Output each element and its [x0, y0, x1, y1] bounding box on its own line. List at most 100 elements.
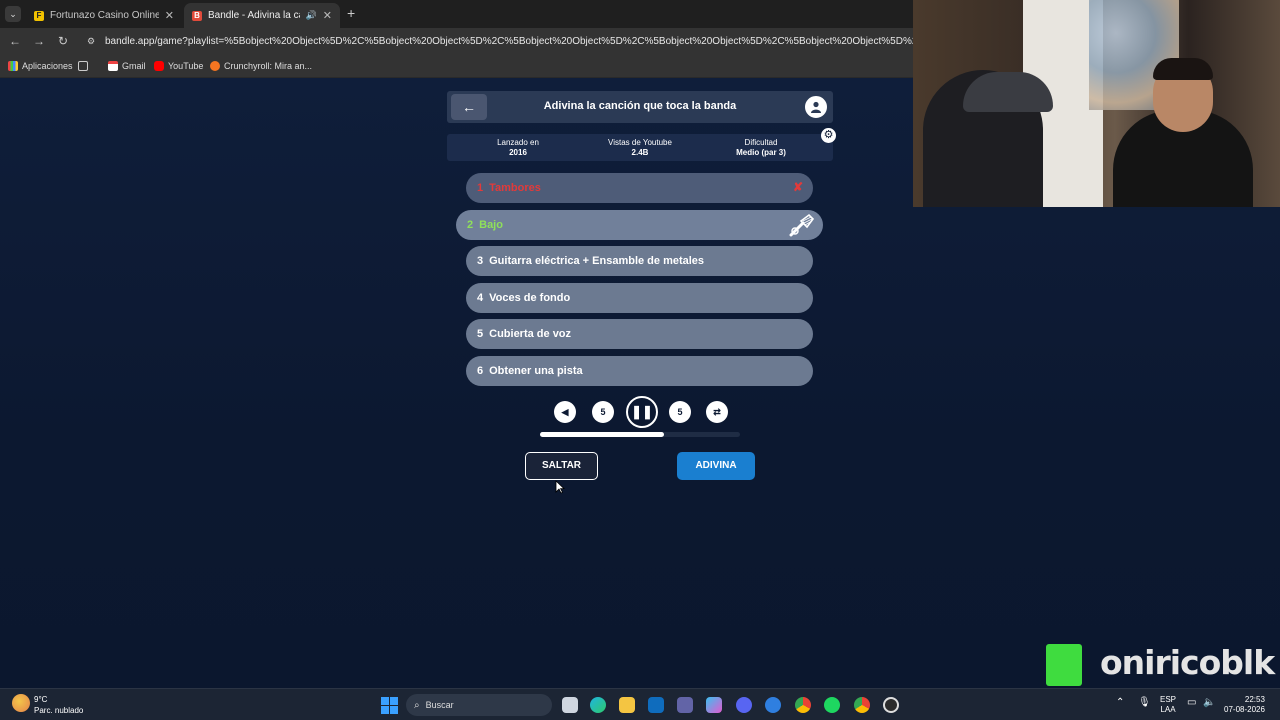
bookmark-label: Crunchyroll: Mira an...	[224, 61, 313, 71]
chevron-up-icon[interactable]: ⌃	[1116, 697, 1124, 708]
stem-number: 3	[477, 255, 484, 267]
tab-fortunazo[interactable]: F Fortunazo Casino Online | Tragamonedas…	[26, 3, 182, 28]
bookmark-crunchyroll[interactable]: Crunchyroll: Mira an...	[210, 61, 312, 71]
stem-number: 6	[477, 365, 484, 377]
windows-start-icon[interactable]	[381, 697, 398, 714]
weather-icon[interactable]	[12, 694, 30, 712]
rewind-5-button[interactable]: 5	[592, 401, 614, 423]
crunchyroll-icon	[210, 61, 220, 71]
fortunazo-icon: F	[34, 10, 44, 21]
chrome-icon[interactable]	[795, 697, 811, 713]
skip-button[interactable]: SALTAR	[525, 452, 598, 480]
stat-label: Dificultad	[744, 138, 778, 147]
task-view-icon[interactable]	[562, 697, 578, 713]
stem-label: Voces de fondo	[489, 292, 571, 304]
bookmark-gmail[interactable]: Gmail	[108, 61, 146, 71]
forward-arrow-icon[interactable]: →	[31, 34, 47, 48]
stem-row-4: 4 Voces de fondo	[466, 283, 813, 313]
gmail-icon	[108, 61, 118, 71]
stat-release: Lanzado en 2016	[458, 138, 578, 158]
bookmark-grid[interactable]	[78, 61, 92, 71]
bass-guitar-icon	[789, 213, 815, 237]
pause-button[interactable]: ❚❚	[626, 396, 658, 428]
arrow-left-icon: ←	[462, 99, 476, 115]
new-tab-button[interactable]: +	[347, 5, 355, 21]
weather-widget[interactable]: 9°C Parc. nublado	[34, 694, 83, 716]
k-logo-icon	[1046, 644, 1082, 686]
rewind-label: 5	[600, 407, 606, 417]
speaker-icon[interactable]: 🔊	[306, 10, 317, 21]
stem-row-6[interactable]: 6 Obtener una pista	[466, 356, 813, 386]
volume-icon[interactable]: ◀	[554, 401, 576, 423]
webcam-cap	[963, 72, 1053, 112]
bookmark-apps[interactable]: Aplicaciones	[8, 61, 73, 71]
copilot-icon[interactable]	[706, 697, 722, 713]
song-stats: Lanzado en 2016 Vistas de Youtube 2.4B D…	[447, 134, 833, 161]
stem-label: Guitarra eléctrica + Ensamble de metales	[489, 255, 705, 267]
stem-number: 2	[467, 219, 474, 231]
stat-value: 2.4B	[631, 148, 649, 157]
system-clock[interactable]: 22:53 07-08-2026	[1224, 695, 1265, 715]
clock-time: 22:53	[1244, 695, 1265, 704]
volume-tray-icon[interactable]: 🔈	[1203, 697, 1215, 708]
stat-views: Vistas de Youtube 2.4B	[580, 138, 700, 158]
stem-number: 4	[477, 292, 484, 304]
stat-value: 2016	[509, 148, 527, 157]
page-title: Adivina la canción que toca la banda	[543, 100, 737, 112]
stem-row-3: 3 Guitarra eléctrica + Ensamble de metal…	[466, 246, 813, 276]
back-arrow-icon[interactable]: ←	[7, 34, 23, 48]
close-tab-icon[interactable]: ✕	[165, 9, 174, 22]
profile-button[interactable]	[803, 94, 829, 120]
chrome-active-icon[interactable]	[854, 697, 870, 713]
search-placeholder: Buscar	[425, 700, 454, 710]
guess-button[interactable]: ADIVINA	[677, 452, 755, 480]
edge-icon[interactable]	[590, 697, 606, 713]
stem-label: Tambores	[489, 182, 541, 194]
obs-icon[interactable]	[883, 697, 899, 713]
webcam-overlay	[913, 0, 1280, 207]
close-tab-icon[interactable]: ✕	[323, 9, 332, 22]
pause-icon: ❚❚	[631, 404, 653, 419]
taskbar-search[interactable]: ⌕ Buscar	[406, 694, 552, 716]
stat-label: Lanzado en	[497, 138, 539, 147]
forward-label: 5	[677, 407, 683, 417]
app-blue-icon[interactable]	[765, 697, 781, 713]
lang-line-1: ESP	[1160, 695, 1177, 704]
stem-number: 5	[477, 328, 484, 340]
settings-gear-icon[interactable]: ⚙	[821, 128, 836, 143]
url-field[interactable]: bandle.app/game?playlist=%5Bobject%20Obj…	[105, 36, 913, 47]
network-icon[interactable]: ▭	[1187, 697, 1196, 708]
bandle-icon: B	[192, 10, 202, 21]
outlook-icon[interactable]	[648, 697, 664, 713]
webcam-hair	[1153, 58, 1213, 80]
reload-icon[interactable]: ↻	[55, 34, 71, 48]
bookmark-label: YouTube	[168, 61, 204, 71]
user-icon	[811, 101, 821, 113]
spotify-icon[interactable]	[824, 697, 840, 713]
mouse-cursor-icon	[555, 480, 565, 494]
stem-number: 1	[477, 182, 484, 194]
grid-icon	[78, 61, 88, 71]
apps-grid-icon	[8, 61, 18, 71]
playback-progress[interactable]	[540, 432, 740, 437]
bookmark-label: Aplicaciones	[22, 61, 73, 71]
bookmark-youtube[interactable]: YouTube	[154, 61, 203, 71]
tab-bandle[interactable]: B Bandle - Adivina la canción 🔊 ✕	[184, 3, 340, 28]
language-indicator[interactable]: ESP LAA	[1160, 695, 1176, 715]
forward-5-button[interactable]: 5	[669, 401, 691, 423]
tab-title: Bandle - Adivina la canción	[208, 10, 300, 21]
site-info-icon[interactable]: ⚙	[87, 36, 99, 48]
tab-search-button[interactable]: ⌄	[5, 6, 21, 22]
microphone-icon[interactable]: 🎙	[1138, 697, 1151, 708]
stem-label: Cubierta de voz	[489, 328, 572, 340]
teams-icon[interactable]	[677, 697, 693, 713]
file-explorer-icon[interactable]	[619, 697, 635, 713]
windows-taskbar: 9°C Parc. nublado ⌕ Buscar ⌃ 🎙 ESP LAA ▭…	[0, 688, 1280, 720]
lang-line-2: LAA	[1160, 705, 1176, 714]
youtube-icon	[154, 61, 164, 71]
weather-temp: 9°C	[34, 695, 48, 704]
loop-off-icon[interactable]: ⇄	[706, 401, 728, 423]
stat-label: Vistas de Youtube	[608, 138, 672, 147]
discord-icon[interactable]	[736, 697, 752, 713]
back-button[interactable]: ←	[451, 94, 487, 120]
